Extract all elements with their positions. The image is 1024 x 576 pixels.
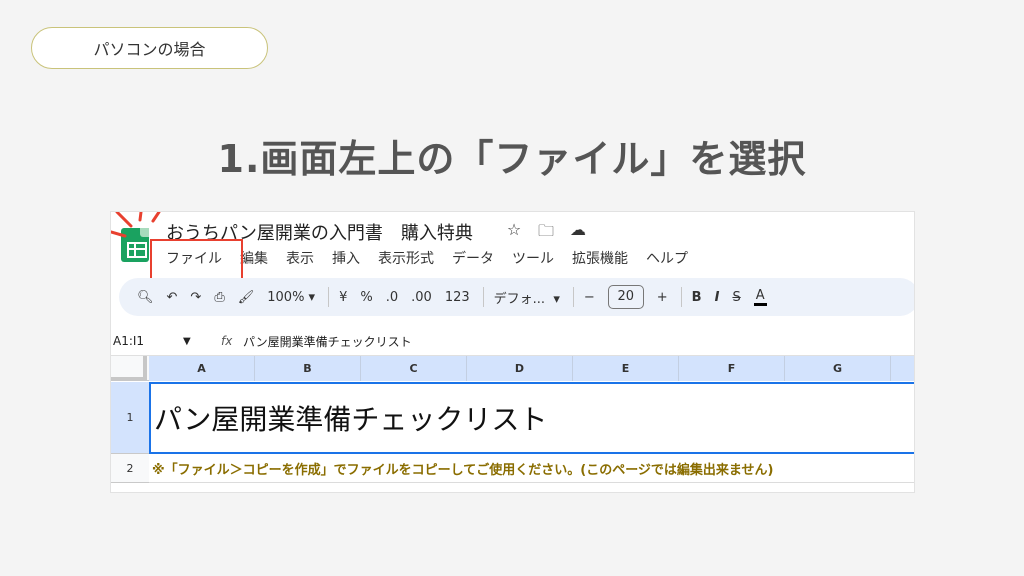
menu-view[interactable]: 表示 <box>277 248 323 268</box>
toolbar-divider <box>328 287 330 307</box>
zoom-value: 100% <box>267 289 305 305</box>
spreadsheet-screenshot: おうちパン屋開業の入門書 購入特典 ☆ 🗀 ☁ ファイル 編集 表示 挿入 表示… <box>110 211 915 493</box>
file-menu-highlight <box>150 239 243 280</box>
move-folder-icon[interactable]: 🗀 <box>536 220 556 247</box>
pc-case-badge-label: パソコンの場合 <box>93 40 206 59</box>
name-box[interactable]: A1:I1 <box>111 334 183 348</box>
font-select[interactable]: デフォ... ▾ <box>494 288 560 307</box>
italic-button[interactable]: I <box>715 290 720 305</box>
column-header-row: A B C D E F G <box>111 355 914 381</box>
percent-button[interactable]: % <box>360 290 372 305</box>
redo-icon[interactable]: ↷ <box>190 290 201 305</box>
pc-case-badge: パソコンの場合 <box>31 27 268 69</box>
font-value: デフォ... <box>493 291 546 307</box>
cell-title[interactable]: パン屋開業準備チェックリスト <box>149 382 914 454</box>
menu-insert[interactable]: 挿入 <box>323 248 369 268</box>
menu-tools[interactable]: ツール <box>503 248 563 268</box>
row-header-1[interactable]: 1 <box>111 382 149 454</box>
currency-button[interactable]: ¥ <box>339 290 347 305</box>
row-header-2[interactable]: 2 <box>111 454 149 483</box>
toolbar: 🔍︎ ↶ ↷ ⎙ 🖌︎ 100% ▾ ¥ % .0 .00 123 デフォ...… <box>119 278 914 316</box>
column-header-d[interactable]: D <box>467 356 573 381</box>
zoom-select[interactable]: 100% ▾ <box>267 290 315 305</box>
undo-icon[interactable]: ↶ <box>167 290 178 305</box>
column-header-b[interactable]: B <box>255 356 361 381</box>
menu-bar: ファイル 編集 表示 挿入 表示形式 データ ツール 拡張機能 ヘルプ <box>166 248 697 268</box>
cloud-saved-icon[interactable]: ☁ <box>568 220 588 247</box>
toolbar-divider <box>572 287 574 307</box>
star-icon[interactable]: ☆ <box>504 220 524 247</box>
column-header-a[interactable]: A <box>149 356 255 381</box>
paint-format-icon[interactable]: 🖌︎ <box>238 290 255 305</box>
select-all-corner[interactable] <box>111 356 147 381</box>
column-header-h[interactable] <box>891 356 914 381</box>
strikethrough-button[interactable]: S <box>732 290 740 305</box>
number-format-button[interactable]: 123 <box>445 290 470 305</box>
menu-data[interactable]: データ <box>443 248 503 268</box>
chevron-down-icon[interactable]: ▼ <box>183 336 221 347</box>
increase-decimal-button[interactable]: .00 <box>411 290 432 305</box>
formula-input[interactable]: パン屋開業準備チェックリスト <box>243 333 412 350</box>
toolbar-divider <box>482 287 484 307</box>
menu-extensions[interactable]: 拡張機能 <box>563 248 637 268</box>
font-size-decrease-button[interactable]: − <box>584 290 595 305</box>
bold-button[interactable]: B <box>692 290 702 305</box>
search-icon[interactable]: 🔍︎ <box>137 290 154 305</box>
fx-icon: fx <box>221 334 233 348</box>
menu-format[interactable]: 表示形式 <box>369 248 443 268</box>
print-icon[interactable]: ⎙ <box>214 290 224 305</box>
toolbar-divider <box>680 287 682 307</box>
step-heading: 1.画面左上の「ファイル」を選択 <box>217 137 807 181</box>
text-color-button[interactable]: A <box>753 288 767 306</box>
column-header-c[interactable]: C <box>361 356 467 381</box>
column-header-e[interactable]: E <box>573 356 679 381</box>
column-header-f[interactable]: F <box>679 356 785 381</box>
menu-help[interactable]: ヘルプ <box>637 248 697 268</box>
formula-bar: A1:I1 ▼ fx パン屋開業準備チェックリスト <box>111 329 914 353</box>
cell-note[interactable]: ※「ファイル＞コピーを作成」でファイルをコピーしてご使用ください。(このページで… <box>149 454 914 483</box>
column-header-g[interactable]: G <box>785 356 891 381</box>
decrease-decimal-button[interactable]: .0 <box>386 290 398 305</box>
font-size-increase-button[interactable]: + <box>657 290 668 305</box>
font-size-input[interactable]: 20 <box>607 285 644 309</box>
title-icons: ☆ 🗀 ☁ <box>504 220 588 247</box>
